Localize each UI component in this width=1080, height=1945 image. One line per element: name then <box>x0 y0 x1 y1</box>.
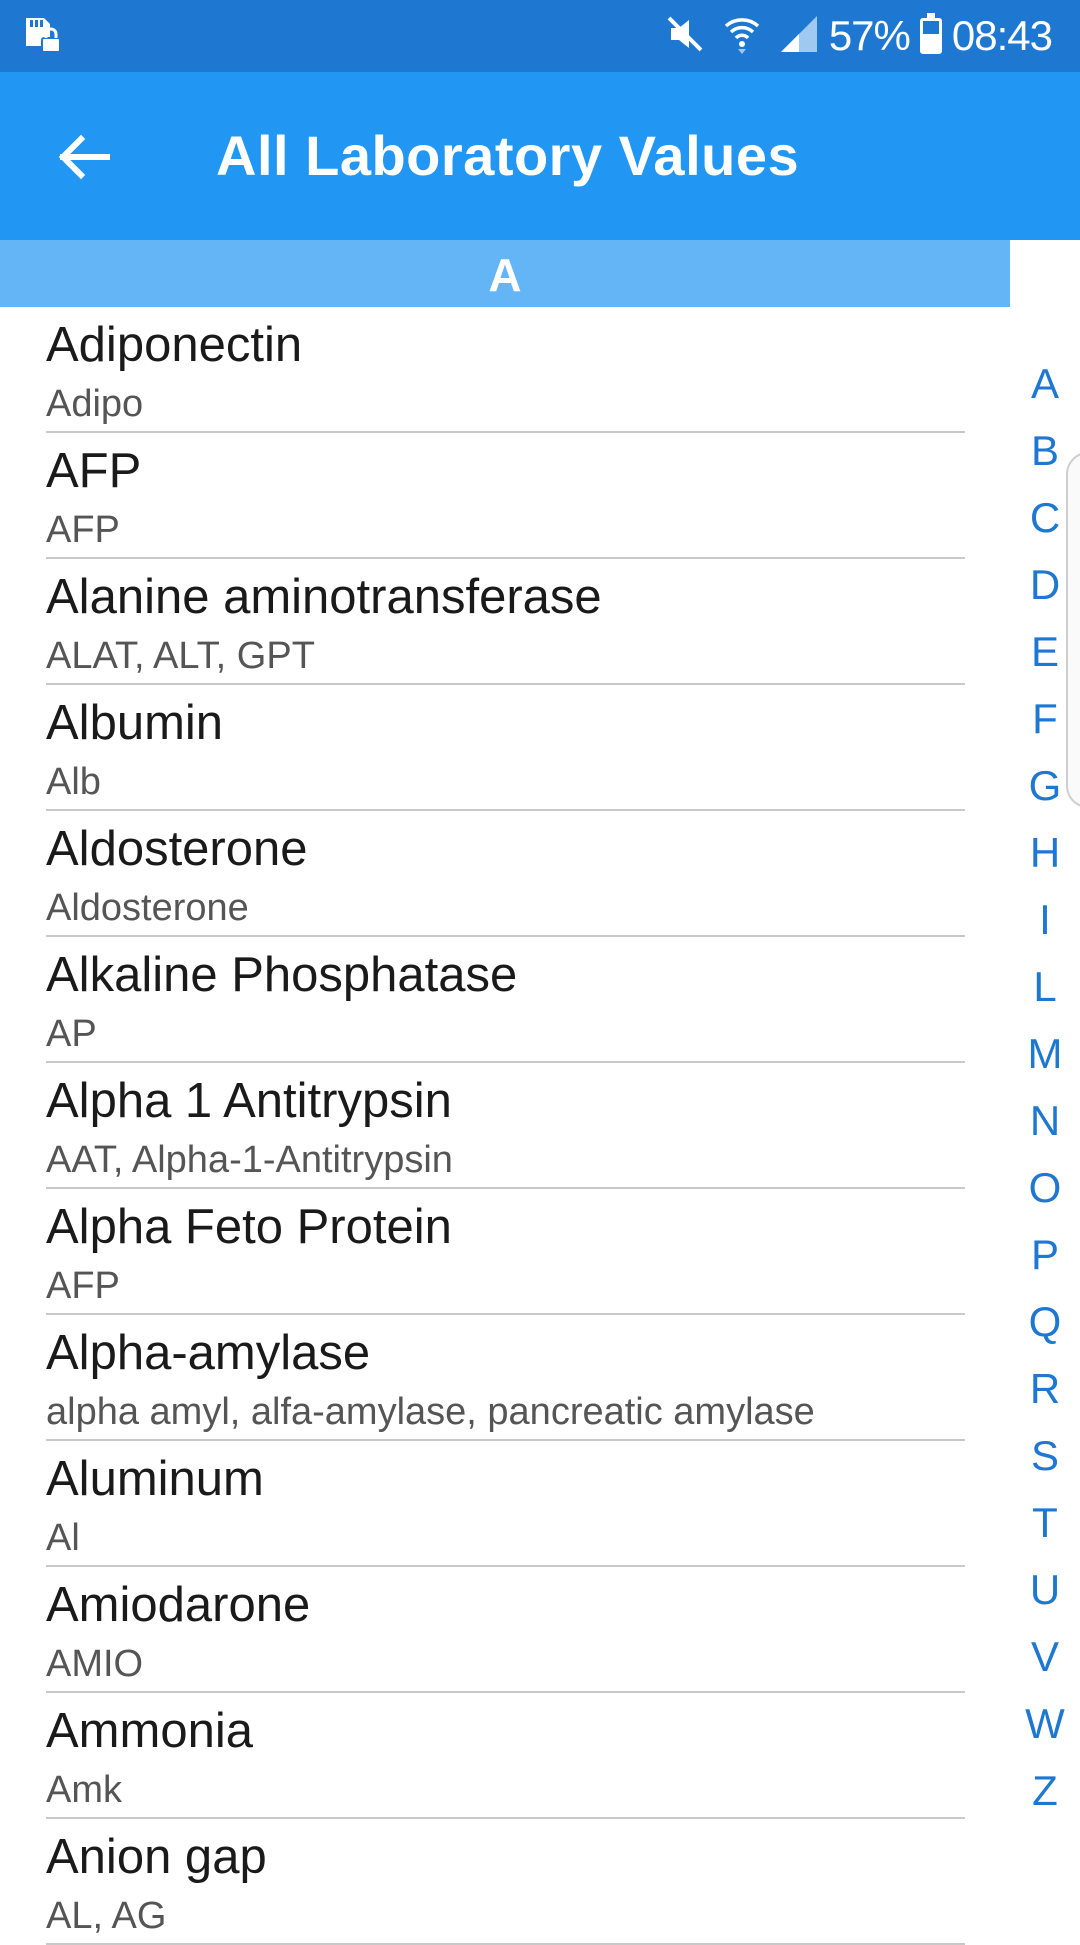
list-item[interactable]: Anion gap AL, AG <box>46 1819 965 1945</box>
list-item[interactable]: AFP AFP <box>46 433 965 559</box>
status-bar: 57% 08:43 <box>0 0 1080 72</box>
list-item[interactable]: Amiodarone AMIO <box>46 1567 965 1693</box>
list-item[interactable]: Aldosterone Aldosterone <box>46 811 965 937</box>
page-title: All Laboratory Values <box>216 124 800 187</box>
lab-value-abbreviation: AFP <box>46 509 120 551</box>
list-item[interactable]: Aluminum Al <box>46 1441 965 1567</box>
lab-value-abbreviation: AFP <box>46 1265 120 1307</box>
list-item[interactable]: Ammonia Amk <box>46 1693 965 1819</box>
lab-value-abbreviation: AAT, Alpha-1-Antitrypsin <box>46 1139 453 1181</box>
lab-value-name: Aluminum <box>46 1452 264 1506</box>
alphabet-index-letter[interactable]: U <box>1010 1556 1080 1623</box>
lab-value-abbreviation: Aldosterone <box>46 887 249 929</box>
battery-percent: 57% <box>828 12 911 59</box>
alphabet-index-letter[interactable]: P <box>1010 1221 1080 1288</box>
alphabet-index-letter[interactable]: O <box>1010 1154 1080 1221</box>
alphabet-index-letter[interactable]: H <box>1010 819 1080 886</box>
lab-value-name: Aldosterone <box>46 822 308 876</box>
lab-value-name: Alpha-amylase <box>46 1326 371 1380</box>
lab-value-name: Albumin <box>46 696 224 750</box>
lab-value-name: Anion gap <box>46 1830 267 1884</box>
alphabet-index-letter[interactable]: N <box>1010 1087 1080 1154</box>
lab-value-name: Amiodarone <box>46 1578 311 1632</box>
lab-value-abbreviation: AL, AG <box>46 1895 167 1937</box>
alphabet-index-letter[interactable]: M <box>1010 1020 1080 1087</box>
lab-value-abbreviation: ALAT, ALT, GPT <box>46 635 315 677</box>
scrollbar-thumb[interactable] <box>1066 452 1080 808</box>
section-header: A <box>0 240 1010 307</box>
signal-icon <box>779 14 819 59</box>
lab-value-abbreviation: AMIO <box>46 1643 144 1685</box>
alphabet-index-letter[interactable]: T <box>1010 1489 1080 1556</box>
list-item[interactable]: Alpha Feto Protein AFP <box>46 1189 965 1315</box>
lab-value-abbreviation: AP <box>46 1013 97 1055</box>
lab-value-abbreviation: Al <box>46 1517 80 1559</box>
lab-value-name: AFP <box>46 444 142 498</box>
alphabet-index-letter[interactable]: I <box>1010 886 1080 953</box>
alphabet-index-letter[interactable]: Z <box>1010 1757 1080 1824</box>
lab-value-name: Ammonia <box>46 1704 253 1758</box>
alphabet-index-letter[interactable]: A <box>1010 350 1080 417</box>
list-item[interactable]: Alpha 1 Antitrypsin AAT, Alpha-1-Antitryp… <box>46 1063 965 1189</box>
lab-value-name: Alkaline Phosphatase <box>46 948 518 1002</box>
alphabet-index-letter[interactable]: W <box>1010 1690 1080 1757</box>
arrow-left-icon <box>55 133 111 186</box>
app-bar: All Laboratory Values <box>0 72 1080 240</box>
back-button[interactable] <box>40 116 126 202</box>
list-item[interactable]: Adiponectin Adipo <box>46 307 965 433</box>
lab-value-abbreviation: Alb <box>46 761 101 803</box>
alphabet-index-letter[interactable]: V <box>1010 1623 1080 1690</box>
mute-icon <box>665 14 705 59</box>
list-item[interactable]: Albumin Alb <box>46 685 965 811</box>
status-time: 08:43 <box>951 12 1053 59</box>
alphabet-index-letter[interactable]: L <box>1010 953 1080 1020</box>
wifi-icon <box>723 14 761 59</box>
lab-values-list: Adiponectin Adipo AFP AFP Alanine aminotrans… <box>0 307 1010 1945</box>
battery-level-fill <box>922 33 939 51</box>
alphabet-index-letter[interactable]: R <box>1010 1355 1080 1422</box>
lab-value-name: Alpha 1 Antitrypsin <box>46 1074 452 1128</box>
battery-icon <box>919 13 942 54</box>
list-item[interactable]: Alkaline Phosphatase AP <box>46 937 965 1063</box>
lab-value-name: Alpha Feto Protein <box>46 1200 452 1254</box>
lab-value-name: Alanine aminotransferase <box>46 570 602 624</box>
list-item[interactable]: Alpha-amylase alpha amyl, alfa-amylase, p… <box>46 1315 965 1441</box>
lab-value-abbreviation: alpha amyl, alfa-amylase, pancreatic amy… <box>46 1391 815 1433</box>
lab-value-name: Adiponectin <box>46 318 303 372</box>
list-item[interactable]: Alanine aminotransferase ALAT, ALT, GPT <box>46 559 965 685</box>
lab-value-abbreviation: Amk <box>46 1769 122 1811</box>
alphabet-index-letter[interactable]: S <box>1010 1422 1080 1489</box>
alphabet-index-letter[interactable]: Q <box>1010 1288 1080 1355</box>
sd-card-lock-icon <box>22 16 64 56</box>
lab-value-abbreviation: Adipo <box>46 383 144 425</box>
